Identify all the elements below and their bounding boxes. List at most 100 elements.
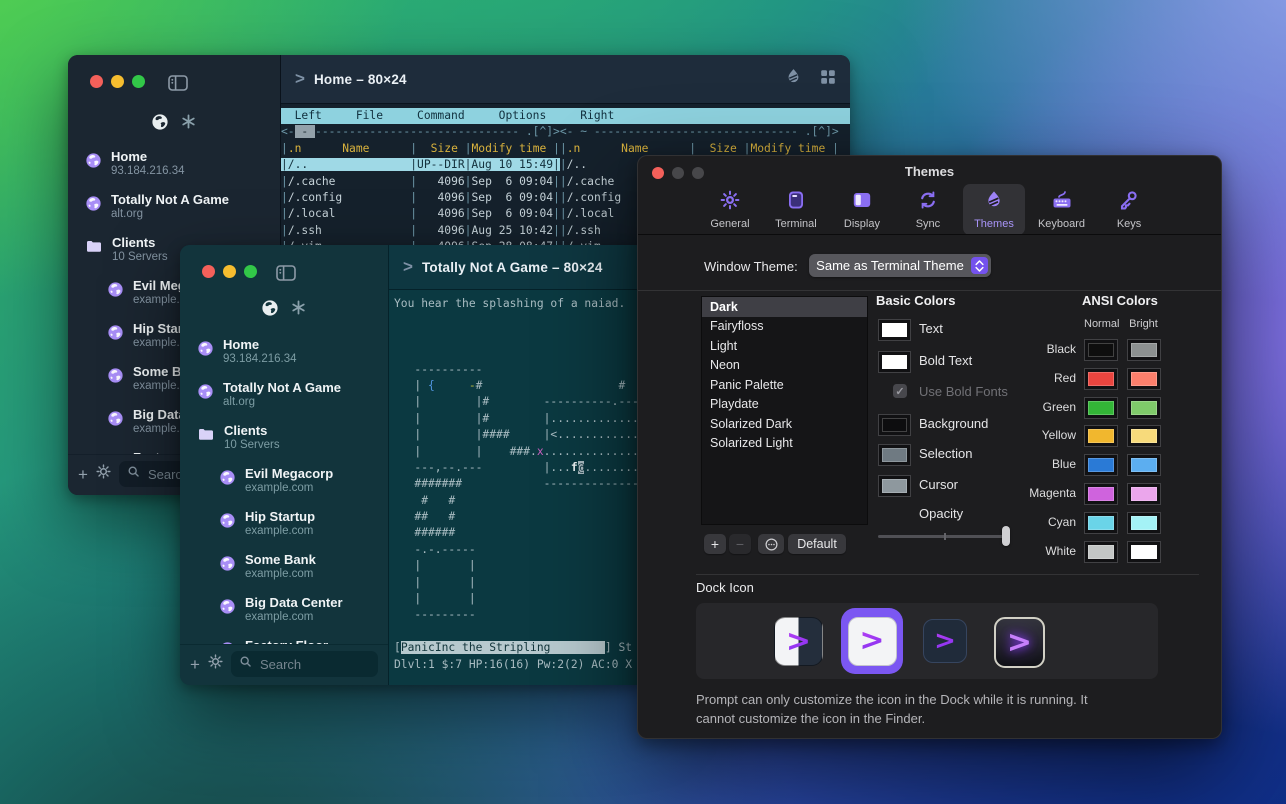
- theme-drop-icon[interactable]: [785, 68, 802, 90]
- color-well-bold-text[interactable]: [878, 351, 911, 373]
- zoom-button[interactable]: [244, 265, 257, 278]
- minimize-button[interactable]: [223, 265, 236, 278]
- use-bold-fonts-checkbox[interactable]: ✓: [893, 384, 907, 398]
- clips-grid-icon[interactable]: [820, 69, 836, 90]
- sidebar-item-totally-not-a-game[interactable]: Totally Not A Gamealt.org: [68, 184, 280, 227]
- add-theme-button[interactable]: +: [704, 534, 726, 554]
- gear-icon[interactable]: [208, 654, 223, 674]
- opacity-slider[interactable]: [878, 526, 1010, 546]
- remove-theme-button[interactable]: −: [729, 534, 751, 554]
- window-theme-dropdown[interactable]: Same as Terminal Theme: [809, 254, 991, 277]
- ansi-color-well-white-normal[interactable]: [1084, 541, 1118, 563]
- tab-themes[interactable]: Themes: [963, 184, 1025, 235]
- terminal-line: Left File Command Options Right: [281, 108, 850, 124]
- close-button[interactable]: [202, 265, 215, 278]
- minimize-button[interactable]: [111, 75, 124, 88]
- ansi-color-well-green-normal[interactable]: [1084, 397, 1118, 419]
- dock-icon-option-split[interactable]: >: [774, 617, 823, 666]
- ansi-color-well-yellow-normal[interactable]: [1084, 425, 1118, 447]
- theme-list-item-dark[interactable]: Dark: [702, 297, 867, 317]
- window-titlebar: > Home – 80×24: [281, 55, 850, 104]
- ansi-row-label: White: [998, 544, 1076, 558]
- ansi-color-well-cyan-bright[interactable]: [1127, 512, 1161, 534]
- sidebar-item-factory-floor[interactable]: Factory Floorexample.com: [180, 630, 388, 644]
- color-well-text[interactable]: [878, 319, 911, 341]
- add-server-button[interactable]: +: [78, 466, 88, 483]
- server-address: example.com: [245, 611, 343, 623]
- dock-icon-option-keycap[interactable]: >: [994, 617, 1045, 668]
- tab-label: Themes: [974, 218, 1014, 230]
- ansi-color-well-green-bright[interactable]: [1127, 397, 1161, 419]
- server-address: alt.org: [223, 396, 341, 408]
- gear-icon[interactable]: [96, 464, 111, 484]
- zoom-button[interactable]: [132, 75, 145, 88]
- sidebar-item-hip-startup[interactable]: Hip Startupexample.com: [180, 501, 388, 544]
- add-server-button[interactable]: +: [190, 656, 200, 673]
- color-well-selection[interactable]: [878, 444, 911, 466]
- sidebar-item-home[interactable]: Home93.184.216.34: [68, 141, 280, 184]
- dock-icon-option-light[interactable]: >: [848, 617, 897, 666]
- theme-list-item-neon[interactable]: Neon: [702, 356, 867, 376]
- ansi-color-well-yellow-bright[interactable]: [1127, 425, 1161, 447]
- asterisk-icon[interactable]: [291, 300, 306, 320]
- sidebar-toggle-icon[interactable]: [168, 75, 188, 96]
- color-well-cursor[interactable]: [878, 475, 911, 497]
- terminal-screen-nethack[interactable]: You hear the splashing of a naiad. -----…: [389, 290, 648, 685]
- color-swatch: [882, 418, 907, 432]
- search-input[interactable]: [258, 656, 370, 673]
- theme-list-item-panic-palette[interactable]: Panic Palette: [702, 375, 867, 395]
- display-icon: [852, 190, 872, 215]
- tab-display[interactable]: Display: [831, 184, 893, 235]
- ansi-color-well-blue-normal[interactable]: [1084, 454, 1118, 476]
- theme-list-item-playdate[interactable]: Playdate: [702, 395, 867, 415]
- more-options-button[interactable]: [758, 534, 784, 554]
- terminal-line: [394, 624, 648, 640]
- sidebar-item-totally-not-a-game[interactable]: Totally Not A Gamealt.org: [180, 372, 388, 415]
- traffic-lights[interactable]: [202, 265, 257, 278]
- sidebar-tab-icons[interactable]: [180, 299, 388, 321]
- theme-list-item-solarized-light[interactable]: Solarized Light: [702, 434, 867, 454]
- sidebar-item-evil-megacorp[interactable]: Evil Megacorpexample.com: [180, 458, 388, 501]
- tab-keys[interactable]: Keys: [1098, 184, 1160, 235]
- server-address: example.com: [245, 525, 315, 537]
- sidebar-item-some-bank[interactable]: Some Bankexample.com: [180, 544, 388, 587]
- theme-list-item-fairyfloss[interactable]: Fairyfloss: [702, 317, 867, 337]
- tab-general[interactable]: General: [699, 184, 761, 235]
- ansi-color-well-black-bright[interactable]: [1127, 339, 1161, 361]
- ansi-color-well-black-normal[interactable]: [1084, 339, 1118, 361]
- color-well-background[interactable]: [878, 414, 911, 436]
- tab-sync[interactable]: Sync: [897, 184, 959, 235]
- ansi-color-well-magenta-bright[interactable]: [1127, 483, 1161, 505]
- window-theme-label: Window Theme:: [704, 259, 798, 274]
- ansi-row-label: Green: [998, 400, 1076, 414]
- sidebar-toggle-icon[interactable]: [276, 265, 296, 286]
- ansi-color-well-red-bright[interactable]: [1127, 368, 1161, 390]
- tab-keyboard[interactable]: Keyboard: [1029, 184, 1094, 235]
- theme-list-item-light[interactable]: Light: [702, 336, 867, 356]
- asterisk-icon[interactable]: [181, 114, 196, 134]
- sidebar-item-home[interactable]: Home93.184.216.34: [180, 329, 388, 372]
- themes-icon: [984, 190, 1004, 215]
- ansi-color-well-red-normal[interactable]: [1084, 368, 1118, 390]
- color-swatch: [1131, 545, 1157, 559]
- server-address: example.com: [245, 482, 333, 494]
- ansi-color-well-blue-bright[interactable]: [1127, 454, 1161, 476]
- dock-icon-option-dark[interactable]: >: [923, 619, 967, 663]
- sidebar-item-clients[interactable]: Clients10 Servers: [180, 415, 388, 458]
- traffic-lights[interactable]: [90, 75, 145, 88]
- close-button[interactable]: [90, 75, 103, 88]
- server-address: example.com: [245, 568, 316, 580]
- theme-list-item-solarized-dark[interactable]: Solarized Dark: [702, 414, 867, 434]
- sidebar-tab-icons[interactable]: [68, 113, 280, 135]
- search-field[interactable]: [231, 651, 378, 677]
- tab-terminal[interactable]: Terminal: [765, 184, 827, 235]
- globe-icon[interactable]: [262, 300, 278, 321]
- prompt-glyph: >: [1007, 628, 1032, 658]
- sidebar-item-big-data-center[interactable]: Big Data Centerexample.com: [180, 587, 388, 630]
- ansi-color-well-white-bright[interactable]: [1127, 541, 1161, 563]
- ansi-color-well-cyan-normal[interactable]: [1084, 512, 1118, 534]
- dock-icon-picker: > > > >: [696, 603, 1158, 679]
- globe-icon[interactable]: [152, 114, 168, 135]
- default-theme-button[interactable]: Default: [788, 534, 846, 554]
- ansi-color-well-magenta-normal[interactable]: [1084, 483, 1118, 505]
